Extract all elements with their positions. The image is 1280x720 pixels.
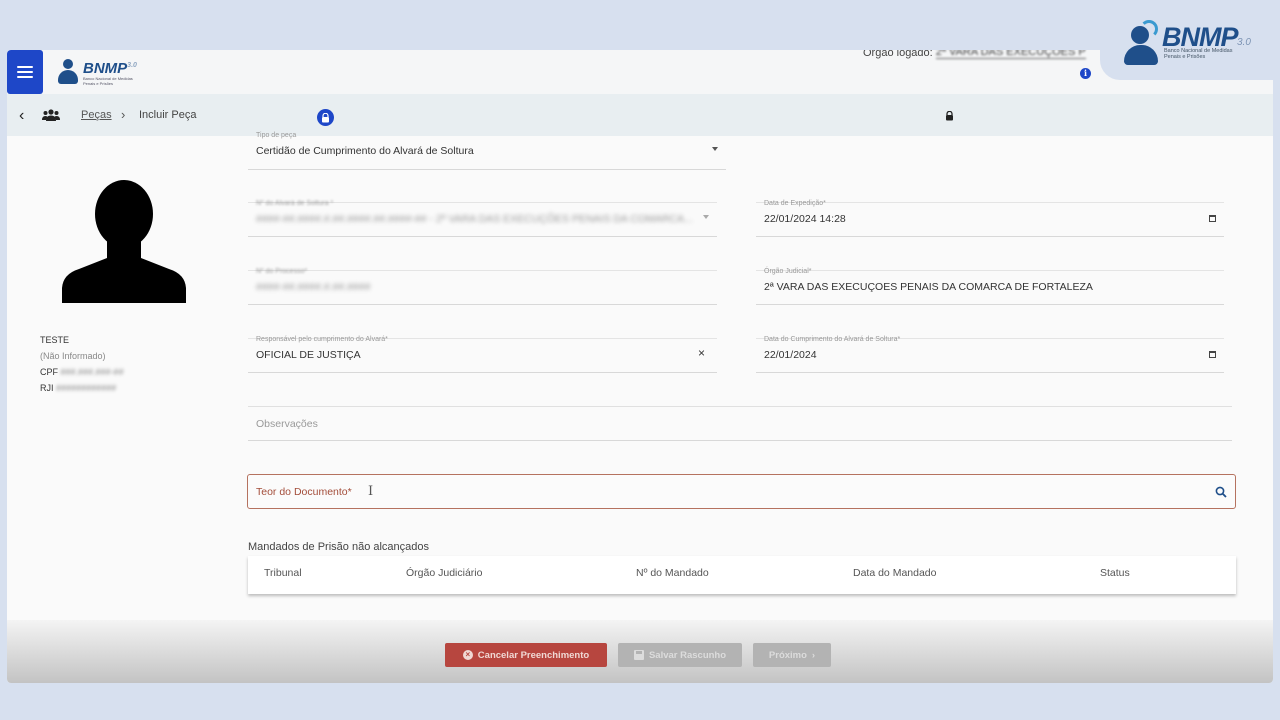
mandados-title: Mandados de Prisão não alcançados (248, 541, 430, 553)
numero-processo-value: ####-##.####.#.##.#### (256, 281, 371, 293)
tipo-peca-label: Tipo de peça (256, 132, 297, 139)
column-header[interactable]: Órgão Judiciário (406, 567, 482, 579)
column-header[interactable]: Data do Mandado (853, 567, 936, 579)
caret-down-icon (703, 215, 709, 219)
tipo-peca-value: Certidão de Cumprimento do Alvará de Sol… (256, 145, 474, 157)
lock-icon[interactable] (317, 109, 334, 126)
clear-icon[interactable]: × (698, 346, 705, 360)
avatar (62, 180, 186, 303)
calendar-icon[interactable] (1209, 215, 1216, 222)
numero-processo-label: Nº do Processo* (256, 268, 308, 275)
app-window: BNMP3.0 Banco Nacional de Medidas Penais… (7, 50, 1273, 683)
lock-icon (946, 111, 953, 121)
cpf-value: ###.###.###-## (60, 367, 124, 377)
data-expedicao-value: 22/01/2024 14:28 (764, 213, 846, 225)
save-draft-button[interactable]: Salvar Rascunho (618, 643, 742, 667)
text-cursor-icon: I (368, 484, 374, 499)
chevron-right-icon: › (811, 649, 816, 661)
column-header[interactable]: Nº do Mandado (636, 567, 709, 579)
top-bar: BNMP3.0 Banco Nacional de Medidas Penais… (7, 50, 1273, 94)
data-expedicao-field[interactable]: Data de Expedição* 22/01/2024 14:28 (756, 200, 1224, 237)
back-icon[interactable]: ‹ (19, 107, 24, 125)
teor-documento-field[interactable]: Teor do Documento* I (247, 474, 1236, 509)
logo-brand: BNMP3.0 (83, 60, 137, 77)
responsavel-label: Responsável pelo cumprimento do Alvará* (256, 336, 388, 343)
app-logo[interactable]: BNMP3.0 Banco Nacional de Medidas Penais… (57, 58, 143, 86)
caret-down-icon (712, 147, 718, 151)
person-info: TESTE (Não Informado) CPF ###.###.###-##… (40, 332, 124, 396)
rji-label: RJI (40, 383, 54, 393)
orgao-judicial-field[interactable]: Órgão Judicial* 2ª VARA DAS EXECUÇOES PE… (756, 268, 1224, 305)
breadcrumb-pecas-link[interactable]: Peças (81, 109, 112, 121)
next-button-label: Próximo (768, 649, 807, 661)
person-status: (Não Informado) (40, 351, 106, 361)
save-icon (633, 650, 644, 660)
logo-person-icon (57, 59, 79, 85)
tipo-peca-select[interactable]: Tipo de peça Certidão de Cumprimento do … (248, 132, 726, 170)
numero-alvara-label: Nº do Alvará de Soltura * (256, 200, 334, 207)
numero-alvara-value: ####-##.####.#.##.####.##.####-## - 2ª V… (256, 213, 693, 225)
breadcrumb-bar: ‹ Peças › Incluir Peça (7, 94, 1273, 136)
cancel-button-label: Cancelar Preenchimento (477, 649, 590, 661)
brand-logo: BNMP 3.0 Banco Nacional de Medidas Penai… (1100, 0, 1280, 80)
data-cumprimento-field[interactable]: Data do Cumprimento do Alvará de Soltura… (756, 336, 1224, 373)
data-cumprimento-label: Data do Cumprimento do Alvará de Soltura… (764, 336, 901, 343)
mandados-table: Tribunal Órgão Judiciário Nº do Mandado … (248, 556, 1236, 594)
observacoes-placeholder: Observações (256, 418, 318, 430)
orgao-label: Órgão logado: (863, 50, 933, 59)
orgao-logado: Órgão logado: 2ª VARA DAS EXECUÇÕES PENA… (863, 50, 1086, 59)
person-name: TESTE (40, 335, 70, 345)
cancel-button[interactable]: × Cancelar Preenchimento (445, 643, 607, 667)
rji-value: ############ (56, 383, 117, 393)
column-header[interactable]: Tribunal (264, 567, 302, 579)
menu-button[interactable] (7, 50, 43, 94)
info-icon[interactable]: i (1080, 68, 1091, 79)
orgao-judicial-value: 2ª VARA DAS EXECUÇOES PENAIS DA COMARCA … (764, 281, 1093, 293)
teor-documento-placeholder: Teor do Documento* (256, 486, 352, 498)
breadcrumb-current: Incluir Peça (139, 109, 197, 121)
numero-alvara-select[interactable]: Nº do Alvará de Soltura * ####-##.####.#… (248, 200, 717, 237)
logo-person-icon (1122, 20, 1160, 66)
cpf-label: CPF (40, 367, 58, 377)
observacoes-field[interactable]: Observações (248, 406, 1232, 441)
calendar-icon[interactable] (1209, 351, 1216, 358)
brand-version: 3.0 (1237, 37, 1251, 48)
responsavel-field[interactable]: Responsável pelo cumprimento do Alvará* … (248, 336, 717, 373)
column-header[interactable]: Status (1100, 567, 1130, 579)
cancel-circle-icon: × (462, 650, 473, 660)
main-content: TESTE (Não Informado) CPF ###.###.###-##… (7, 132, 1273, 683)
orgao-select[interactable]: 2ª VARA DAS EXECUÇÕES PENAIS (935, 50, 1086, 59)
orgao-judicial-label: Órgão Judicial* (764, 268, 812, 275)
menu-icon (17, 66, 33, 78)
people-icon (42, 109, 60, 121)
numero-processo-field[interactable]: Nº do Processo* ####-##.####.#.##.#### (248, 268, 717, 305)
chevron-right-icon: › (121, 107, 126, 122)
logo-subtitle: Banco Nacional de Medidas Penais e Prisõ… (83, 76, 133, 86)
brand-subtitle: Banco Nacional de Medidas Penais e Prisõ… (1164, 48, 1233, 60)
save-draft-label: Salvar Rascunho (648, 649, 727, 661)
data-cumprimento-value: 22/01/2024 (764, 349, 817, 361)
data-expedicao-label: Data de Expedição* (764, 200, 826, 207)
search-icon[interactable] (1215, 486, 1227, 498)
responsavel-value: OFICIAL DE JUSTIÇA (256, 349, 361, 361)
next-button[interactable]: Próximo › (753, 643, 831, 667)
